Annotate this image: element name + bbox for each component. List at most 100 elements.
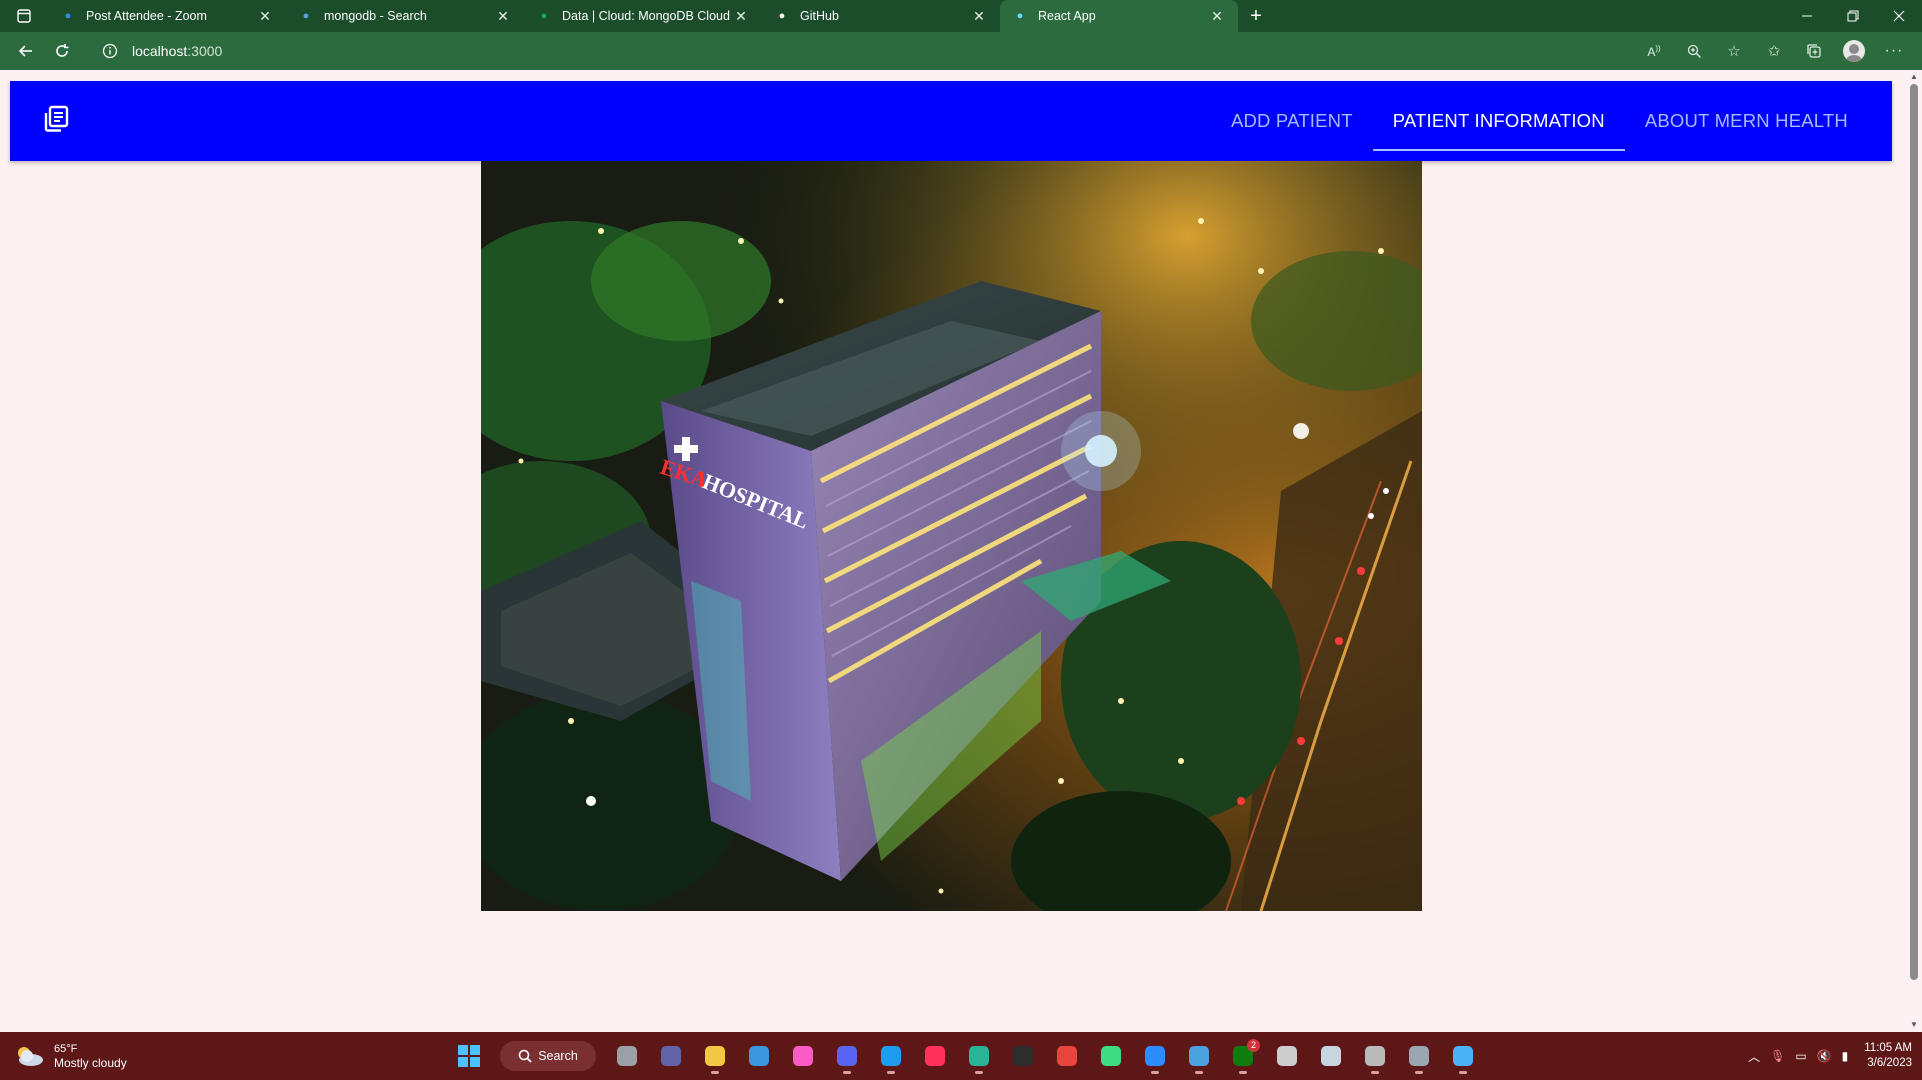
back-arrow-icon: [18, 45, 32, 57]
restore-icon: [1847, 10, 1859, 22]
app-bar: ADD PATIENT PATIENT INFORMATION ABOUT ME…: [10, 81, 1892, 161]
scrollbar-thumb[interactable]: [1910, 84, 1918, 980]
terminal-icon[interactable]: [1004, 1037, 1042, 1075]
browser-tab[interactable]: ● mongodb - Search ✕: [286, 0, 524, 32]
page-viewport: ADD PATIENT PATIENT INFORMATION ABOUT ME…: [0, 70, 1922, 1032]
running-indicator: [1415, 1071, 1423, 1074]
tab-actions-icon: [17, 9, 31, 23]
edge-icon[interactable]: [960, 1037, 998, 1075]
refresh-icon: [56, 44, 69, 57]
browser-tab[interactable]: ● GitHub ✕: [762, 0, 1000, 32]
running-indicator: [1195, 1071, 1203, 1074]
tab-close-icon[interactable]: ✕: [494, 8, 512, 25]
new-tab-button[interactable]: +: [1238, 5, 1274, 28]
read-aloud-button[interactable]: A)): [1636, 35, 1672, 67]
tab-title: Data | Cloud: MongoDB Cloud: [562, 9, 730, 23]
nav-patient-information[interactable]: PATIENT INFORMATION: [1372, 81, 1625, 161]
file-explorer-icon[interactable]: [696, 1037, 734, 1075]
zoom-in-icon: [1687, 44, 1701, 58]
github-icon: ●: [778, 10, 786, 22]
settings-icon[interactable]: [1400, 1037, 1438, 1075]
teams-icon[interactable]: [652, 1037, 690, 1075]
site-info-icon[interactable]: [98, 39, 122, 63]
collections-button[interactable]: [1796, 35, 1832, 67]
tab-actions-button[interactable]: [0, 0, 48, 32]
address-bar[interactable]: localhost:3000: [92, 36, 1572, 66]
browser-tab[interactable]: ● Post Attendee - Zoom ✕: [48, 0, 286, 32]
favorites-button[interactable]: ✩: [1756, 35, 1792, 67]
tab-close-icon[interactable]: ✕: [732, 8, 750, 25]
display-icon[interactable]: ▭: [1795, 1049, 1806, 1063]
zoom-app-icon[interactable]: [1136, 1037, 1174, 1075]
taskbar-apps: Search 2: [450, 1032, 1482, 1080]
hospital-hero-image: EKA HOSPITAL: [481, 161, 1422, 911]
scroll-up-arrow-icon[interactable]: ▲: [1906, 70, 1922, 84]
search-icon: [518, 1049, 532, 1063]
clock-time: 11:05 AM: [1864, 1042, 1912, 1054]
task-view-icon[interactable]: [608, 1037, 646, 1075]
vscode-icon[interactable]: [872, 1037, 910, 1075]
page-scrollbar[interactable]: ▲ ▼: [1906, 70, 1922, 1032]
intellij-icon[interactable]: [916, 1037, 954, 1075]
notepad-icon[interactable]: [1180, 1037, 1218, 1075]
taskbar-clock[interactable]: 11:05 AM 3/6/2023: [1864, 1041, 1912, 1071]
close-window-button[interactable]: [1876, 0, 1922, 32]
scroll-down-arrow-icon[interactable]: ▼: [1906, 1018, 1922, 1032]
star-add-icon: ☆: [1727, 43, 1741, 60]
running-indicator: [1459, 1071, 1467, 1074]
search-icon: ●: [302, 10, 310, 22]
zoom-button[interactable]: [1676, 35, 1712, 67]
refresh-button[interactable]: [44, 35, 80, 67]
battery-icon[interactable]: ▮: [1842, 1049, 1849, 1063]
minimize-button[interactable]: [1784, 0, 1830, 32]
xbox-icon[interactable]: 2: [1224, 1037, 1262, 1075]
taskbar-search-button[interactable]: Search: [500, 1041, 596, 1071]
microphone-icon[interactable]: 🎙: [1770, 1049, 1785, 1063]
back-button[interactable]: [8, 35, 44, 67]
more-icon: ···: [1884, 42, 1904, 59]
nav-add-patient[interactable]: ADD PATIENT: [1211, 81, 1373, 161]
running-indicator: [1239, 1071, 1247, 1074]
paint-app-icon[interactable]: [1444, 1037, 1482, 1075]
discord-icon[interactable]: [828, 1037, 866, 1075]
start-button[interactable]: [450, 1037, 488, 1075]
chrome-icon[interactable]: [1048, 1037, 1086, 1075]
itunes-icon[interactable]: [784, 1037, 822, 1075]
nav-about-mern-health[interactable]: ABOUT MERN HEALTH: [1625, 81, 1868, 161]
tab-close-icon[interactable]: ✕: [256, 8, 274, 25]
running-indicator: [843, 1071, 851, 1074]
gog-icon[interactable]: [1268, 1037, 1306, 1075]
browser-tab[interactable]: ● React App ✕: [1000, 0, 1238, 32]
windows-taskbar: 65°F Mostly cloudy Search 2 ︿ 🎙 ▭ 🔇 ▮ 11…: [0, 1032, 1922, 1080]
game-app-icon[interactable]: [1356, 1037, 1394, 1075]
weather-temp: 65°F: [54, 1042, 78, 1055]
tab-close-icon[interactable]: ✕: [970, 8, 988, 25]
browser-toolbar: localhost:3000 A)) ☆ ✩ ···: [0, 32, 1922, 70]
weather-condition: Mostly cloudy: [54, 1055, 127, 1070]
volume-muted-icon[interactable]: 🔇: [1817, 1049, 1832, 1063]
browser-tools: A)) ☆ ✩ ···: [1636, 32, 1912, 70]
running-indicator: [1151, 1071, 1159, 1074]
add-favorite-button[interactable]: ☆: [1716, 35, 1752, 67]
browser-tab[interactable]: ● Data | Cloud: MongoDB Cloud ✕: [524, 0, 762, 32]
avatar: [1843, 40, 1865, 62]
running-indicator: [711, 1071, 719, 1074]
app-navigation: ADD PATIENT PATIENT INFORMATION ABOUT ME…: [1211, 81, 1868, 161]
browser-tab-strip: ● Post Attendee - Zoom ✕ ● mongodb - Search ✕…: [0, 0, 1922, 32]
favorites-icon: ✩: [1767, 43, 1781, 60]
steam-icon[interactable]: [1312, 1037, 1350, 1075]
settings-more-button[interactable]: ···: [1876, 35, 1912, 67]
weather-widget[interactable]: 65°F Mostly cloudy: [14, 1032, 127, 1080]
microsoft-store-icon[interactable]: [740, 1037, 778, 1075]
collections-icon: [1807, 44, 1821, 58]
show-hidden-icons-chevron-icon[interactable]: ︿: [1748, 1048, 1760, 1065]
cloudy-weather-icon: [14, 1045, 44, 1067]
tab-close-icon[interactable]: ✕: [1208, 8, 1226, 25]
running-indicator: [1371, 1071, 1379, 1074]
running-indicator: [887, 1071, 895, 1074]
notes-logo-icon[interactable]: [42, 105, 70, 133]
android-studio-icon[interactable]: [1092, 1037, 1130, 1075]
restore-button[interactable]: [1830, 0, 1876, 32]
profile-button[interactable]: [1836, 35, 1872, 67]
clock-date: 3/6/2023: [1867, 1057, 1912, 1069]
